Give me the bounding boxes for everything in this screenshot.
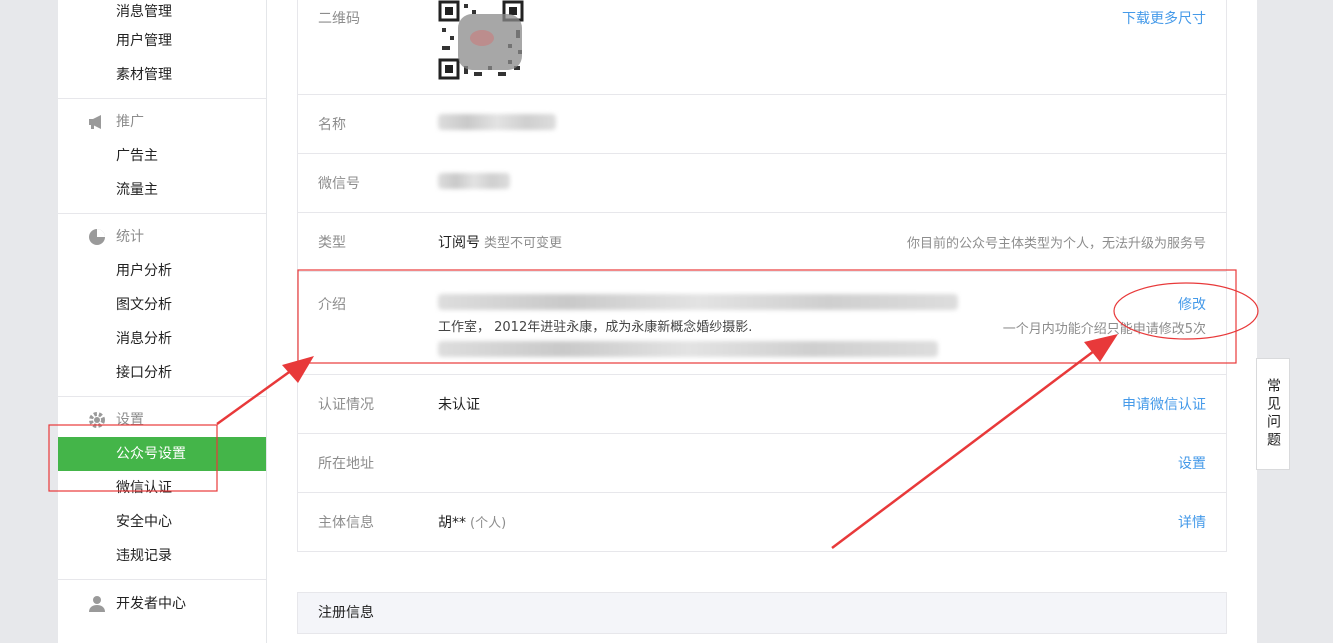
- nav-title-stats: 统计: [58, 220, 266, 254]
- account-info-panel: 二维码 下载更多尺寸 名称 微信号 类型 订阅号 类型不可变更 你目前的公众号主…: [297, 0, 1227, 552]
- nav-group-promo: 推广 广告主 流量主: [58, 98, 266, 213]
- row-name: 名称: [298, 94, 1226, 153]
- entity-value: 胡** (个人): [438, 512, 506, 532]
- verification-label: 认证情况: [318, 397, 374, 413]
- sidebar-item-security[interactable]: 安全中心: [58, 505, 266, 539]
- nav-title-settings: 设置: [58, 403, 266, 437]
- intro-visible-text: 工作室， 2012年进驻永康，成为永康新概念婚纱摄影.: [438, 320, 753, 335]
- row-address: 所在地址 设置: [298, 433, 1226, 492]
- sidebar-item-wechat-verify[interactable]: 微信认证: [58, 471, 266, 505]
- entity-value-text: 胡**: [438, 515, 466, 531]
- sidebar-item-messages[interactable]: 消息管理: [58, 0, 266, 24]
- qr-label: 二维码: [318, 11, 360, 27]
- row-wechat-id: 微信号: [298, 153, 1226, 212]
- type-value-text: 订阅号: [438, 235, 480, 251]
- sidebar-item-users[interactable]: 用户管理: [58, 24, 266, 58]
- nav-title-label: 推广: [116, 114, 144, 130]
- type-label: 类型: [318, 235, 346, 251]
- sidebar-item-account-settings[interactable]: 公众号设置: [58, 437, 266, 471]
- sidebar-item-publisher[interactable]: 流量主: [58, 173, 266, 207]
- register-info-title: 注册信息: [318, 605, 374, 621]
- name-value-redacted: [438, 114, 556, 134]
- nav-group-management: 消息管理 用户管理 素材管理: [58, 0, 266, 98]
- download-more-sizes-link[interactable]: 下载更多尺寸: [1122, 8, 1206, 28]
- intro-value-redacted: 工作室， 2012年进驻永康，成为永康新概念婚纱摄影.: [438, 294, 968, 357]
- type-note: 你目前的公众号主体类型为个人，无法升级为服务号: [906, 236, 1206, 252]
- nav-title-label: 统计: [116, 229, 144, 245]
- sidebar: 消息管理 用户管理 素材管理 推广 广告主 流量主 统计 用户分析 图文分析 消…: [58, 0, 267, 643]
- intro-note: 一个月内功能介绍只能申请修改5次: [1002, 322, 1206, 337]
- nav-title-promo: 推广: [58, 105, 266, 139]
- entity-details-link[interactable]: 详情: [1178, 512, 1206, 532]
- gear-icon: [89, 412, 105, 428]
- main-content: 二维码 下载更多尺寸 名称 微信号 类型 订阅号 类型不可变更 你目前的公众号主…: [267, 0, 1257, 643]
- nav-title-label: 设置: [116, 412, 144, 428]
- sidebar-item-article-analysis[interactable]: 图文分析: [58, 288, 266, 322]
- address-label: 所在地址: [318, 456, 374, 472]
- type-sub-text: 类型不可变更: [484, 236, 563, 251]
- sidebar-item-developer[interactable]: 开发者中心: [58, 579, 266, 628]
- wechat-id-label: 微信号: [318, 176, 360, 192]
- pie-chart-icon: [89, 229, 105, 245]
- user-icon: [89, 596, 105, 612]
- sidebar-item-advertiser[interactable]: 广告主: [58, 139, 266, 173]
- sidebar-item-violations[interactable]: 违规记录: [58, 539, 266, 573]
- nav-group-settings: 设置 公众号设置 微信认证 安全中心 违规记录: [58, 396, 266, 579]
- name-label: 名称: [318, 117, 346, 133]
- sidebar-item-label: 开发者中心: [116, 596, 186, 612]
- sidebar-item-materials[interactable]: 素材管理: [58, 58, 266, 92]
- row-verification: 认证情况 未认证 申请微信认证: [298, 374, 1226, 433]
- verification-value: 未认证: [438, 397, 480, 413]
- type-value: 订阅号 类型不可变更: [438, 232, 562, 252]
- nav-group-stats: 统计 用户分析 图文分析 消息分析 接口分析: [58, 213, 266, 396]
- edit-intro-link[interactable]: 修改: [1178, 294, 1206, 314]
- row-entity: 主体信息 胡** (个人) 详情: [298, 492, 1226, 551]
- sidebar-item-api-analysis[interactable]: 接口分析: [58, 356, 266, 390]
- intro-label: 介绍: [318, 297, 346, 313]
- row-qr-code: 二维码 下载更多尺寸: [298, 0, 1226, 94]
- apply-verification-link[interactable]: 申请微信认证: [1122, 394, 1206, 414]
- megaphone-icon: [89, 115, 101, 129]
- sidebar-item-user-analysis[interactable]: 用户分析: [58, 254, 266, 288]
- wechat-id-value-redacted: [438, 173, 510, 193]
- entity-sub-text: (个人): [470, 516, 507, 531]
- sidebar-item-message-analysis[interactable]: 消息分析: [58, 322, 266, 356]
- row-intro: 介绍 工作室， 2012年进驻永康，成为永康新概念婚纱摄影. 修改 一个月内功能…: [298, 271, 1226, 374]
- entity-label: 主体信息: [318, 515, 374, 531]
- register-info-header: 注册信息: [297, 592, 1227, 634]
- set-address-link[interactable]: 设置: [1178, 453, 1206, 473]
- row-type: 类型 订阅号 类型不可变更 你目前的公众号主体类型为个人，无法升级为服务号: [298, 212, 1226, 271]
- faq-tab[interactable]: 常见问题: [1256, 358, 1290, 470]
- qr-code-image: [438, 0, 526, 82]
